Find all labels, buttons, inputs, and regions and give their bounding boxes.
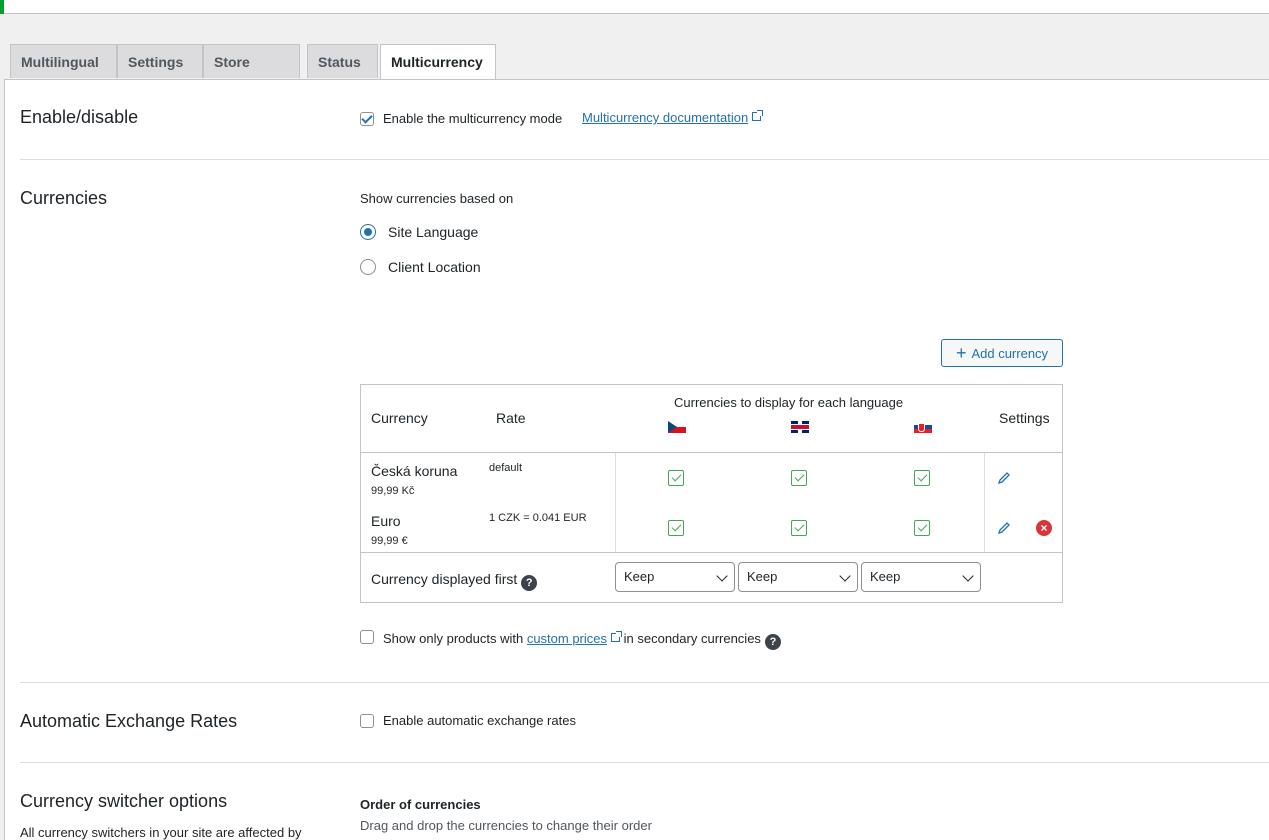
displayed-first-text: Currency displayed first xyxy=(371,571,518,587)
language-currency-checkbox[interactable] xyxy=(791,470,807,486)
auto-rates-checkbox[interactable] xyxy=(360,714,374,728)
col-settings-header: Settings xyxy=(999,410,1050,426)
external-link-icon xyxy=(611,631,623,642)
language-currency-checkbox[interactable] xyxy=(791,520,807,536)
custom-prices-label: Show only products with custom prices in… xyxy=(383,631,781,650)
edit-pencil-icon[interactable] xyxy=(997,471,1011,485)
custom-prices-checkbox[interactable] xyxy=(360,630,374,644)
enable-multicurrency-checkbox[interactable] xyxy=(360,112,374,126)
settings-panel: Enable/disable Enable the multicurrency … xyxy=(4,79,1269,840)
edit-pencil-icon[interactable] xyxy=(997,521,1011,535)
plus-icon: + xyxy=(955,343,967,363)
radio-client-location-label: Client Location xyxy=(388,259,481,275)
enable-multicurrency-label: Enable the multicurrency mode xyxy=(383,111,563,126)
displayed-first-label: Currency displayed first? xyxy=(371,571,538,591)
col-rate-header: Rate xyxy=(496,410,526,426)
custom-prices-link[interactable]: custom prices xyxy=(527,631,607,646)
radio-client-location[interactable] xyxy=(360,259,376,275)
col-languages-header: Currencies to display for each language xyxy=(674,395,904,410)
notice-strip xyxy=(0,0,1269,14)
chevron-down-icon xyxy=(716,570,728,582)
delete-currency-icon[interactable]: × xyxy=(1036,520,1052,536)
tab-status[interactable]: Status xyxy=(307,44,378,78)
auto-rates-label: Enable automatic exchange rates xyxy=(383,713,576,728)
select-value: Keep xyxy=(870,569,901,584)
enable-section-title: Enable/disable xyxy=(20,107,139,127)
currency-rate: default xyxy=(489,462,523,474)
currencies-section-title: Currencies xyxy=(20,188,108,208)
order-title: Order of currencies xyxy=(360,797,481,812)
multicurrency-doc-link[interactable]: Multicurrency documentation xyxy=(582,110,748,125)
currency-price: 99,99 Kč xyxy=(371,485,415,497)
divider xyxy=(20,159,1269,160)
add-currency-label: Add currency xyxy=(971,345,1049,361)
col-currency-header: Currency xyxy=(371,410,428,426)
divider xyxy=(20,682,1269,683)
language-currency-checkbox[interactable] xyxy=(914,470,930,486)
doc-link-wrapper: Multicurrency documentation xyxy=(582,110,764,125)
select-value: Keep xyxy=(624,569,655,584)
order-description: Drag and drop the currencies to change t… xyxy=(360,818,652,833)
add-currency-button[interactable]: + Add currency xyxy=(941,339,1063,367)
tab-settings[interactable]: Settings xyxy=(117,44,203,78)
notice-success-bar xyxy=(0,0,4,14)
radio-site-language-label: Site Language xyxy=(388,224,479,240)
currency-name: Česká koruna xyxy=(371,463,458,479)
currency-price: 99,99 € xyxy=(371,535,408,547)
table-col-divider xyxy=(984,453,985,552)
sk-flag-icon xyxy=(914,421,932,433)
help-icon[interactable]: ? xyxy=(521,575,538,591)
language-currency-checkbox[interactable] xyxy=(668,520,684,536)
external-link-icon xyxy=(752,110,764,121)
displayed-first-select[interactable]: Keep xyxy=(738,562,858,592)
tab-multicurrency[interactable]: Multicurrency xyxy=(380,44,496,80)
help-icon[interactable]: ? xyxy=(764,634,781,650)
displayed-first-select[interactable]: Keep xyxy=(615,562,735,592)
table-footer-divider xyxy=(361,552,1062,553)
custom-prices-suffix: in secondary currencies xyxy=(623,631,761,646)
gb-flag-icon xyxy=(791,421,809,433)
show-based-on-label: Show currencies based on xyxy=(360,191,514,206)
cz-flag-icon xyxy=(668,421,686,433)
auto-rates-section-title: Automatic Exchange Rates xyxy=(20,711,238,731)
select-value: Keep xyxy=(747,569,778,584)
tab-multilingual[interactable]: Multilingual xyxy=(10,44,117,78)
currency-name: Euro xyxy=(371,513,401,529)
language-currency-checkbox[interactable] xyxy=(668,470,684,486)
table-col-divider xyxy=(615,453,616,552)
currency-rate: 1 CZK = 0.041 EUR xyxy=(489,512,587,524)
chevron-down-icon xyxy=(839,570,851,582)
tab-store-urls[interactable]: Store URLs xyxy=(203,44,300,104)
displayed-first-select[interactable]: Keep xyxy=(861,562,981,592)
chevron-down-icon xyxy=(962,570,974,582)
switcher-description: All currency switchers in your site are … xyxy=(20,825,302,840)
radio-site-language[interactable] xyxy=(360,224,376,240)
custom-prices-prefix: Show only products with xyxy=(383,631,524,646)
table-header-divider xyxy=(361,452,1062,453)
divider xyxy=(20,762,1269,763)
switcher-section-title: Currency switcher options xyxy=(20,791,228,811)
language-currency-checkbox[interactable] xyxy=(914,520,930,536)
